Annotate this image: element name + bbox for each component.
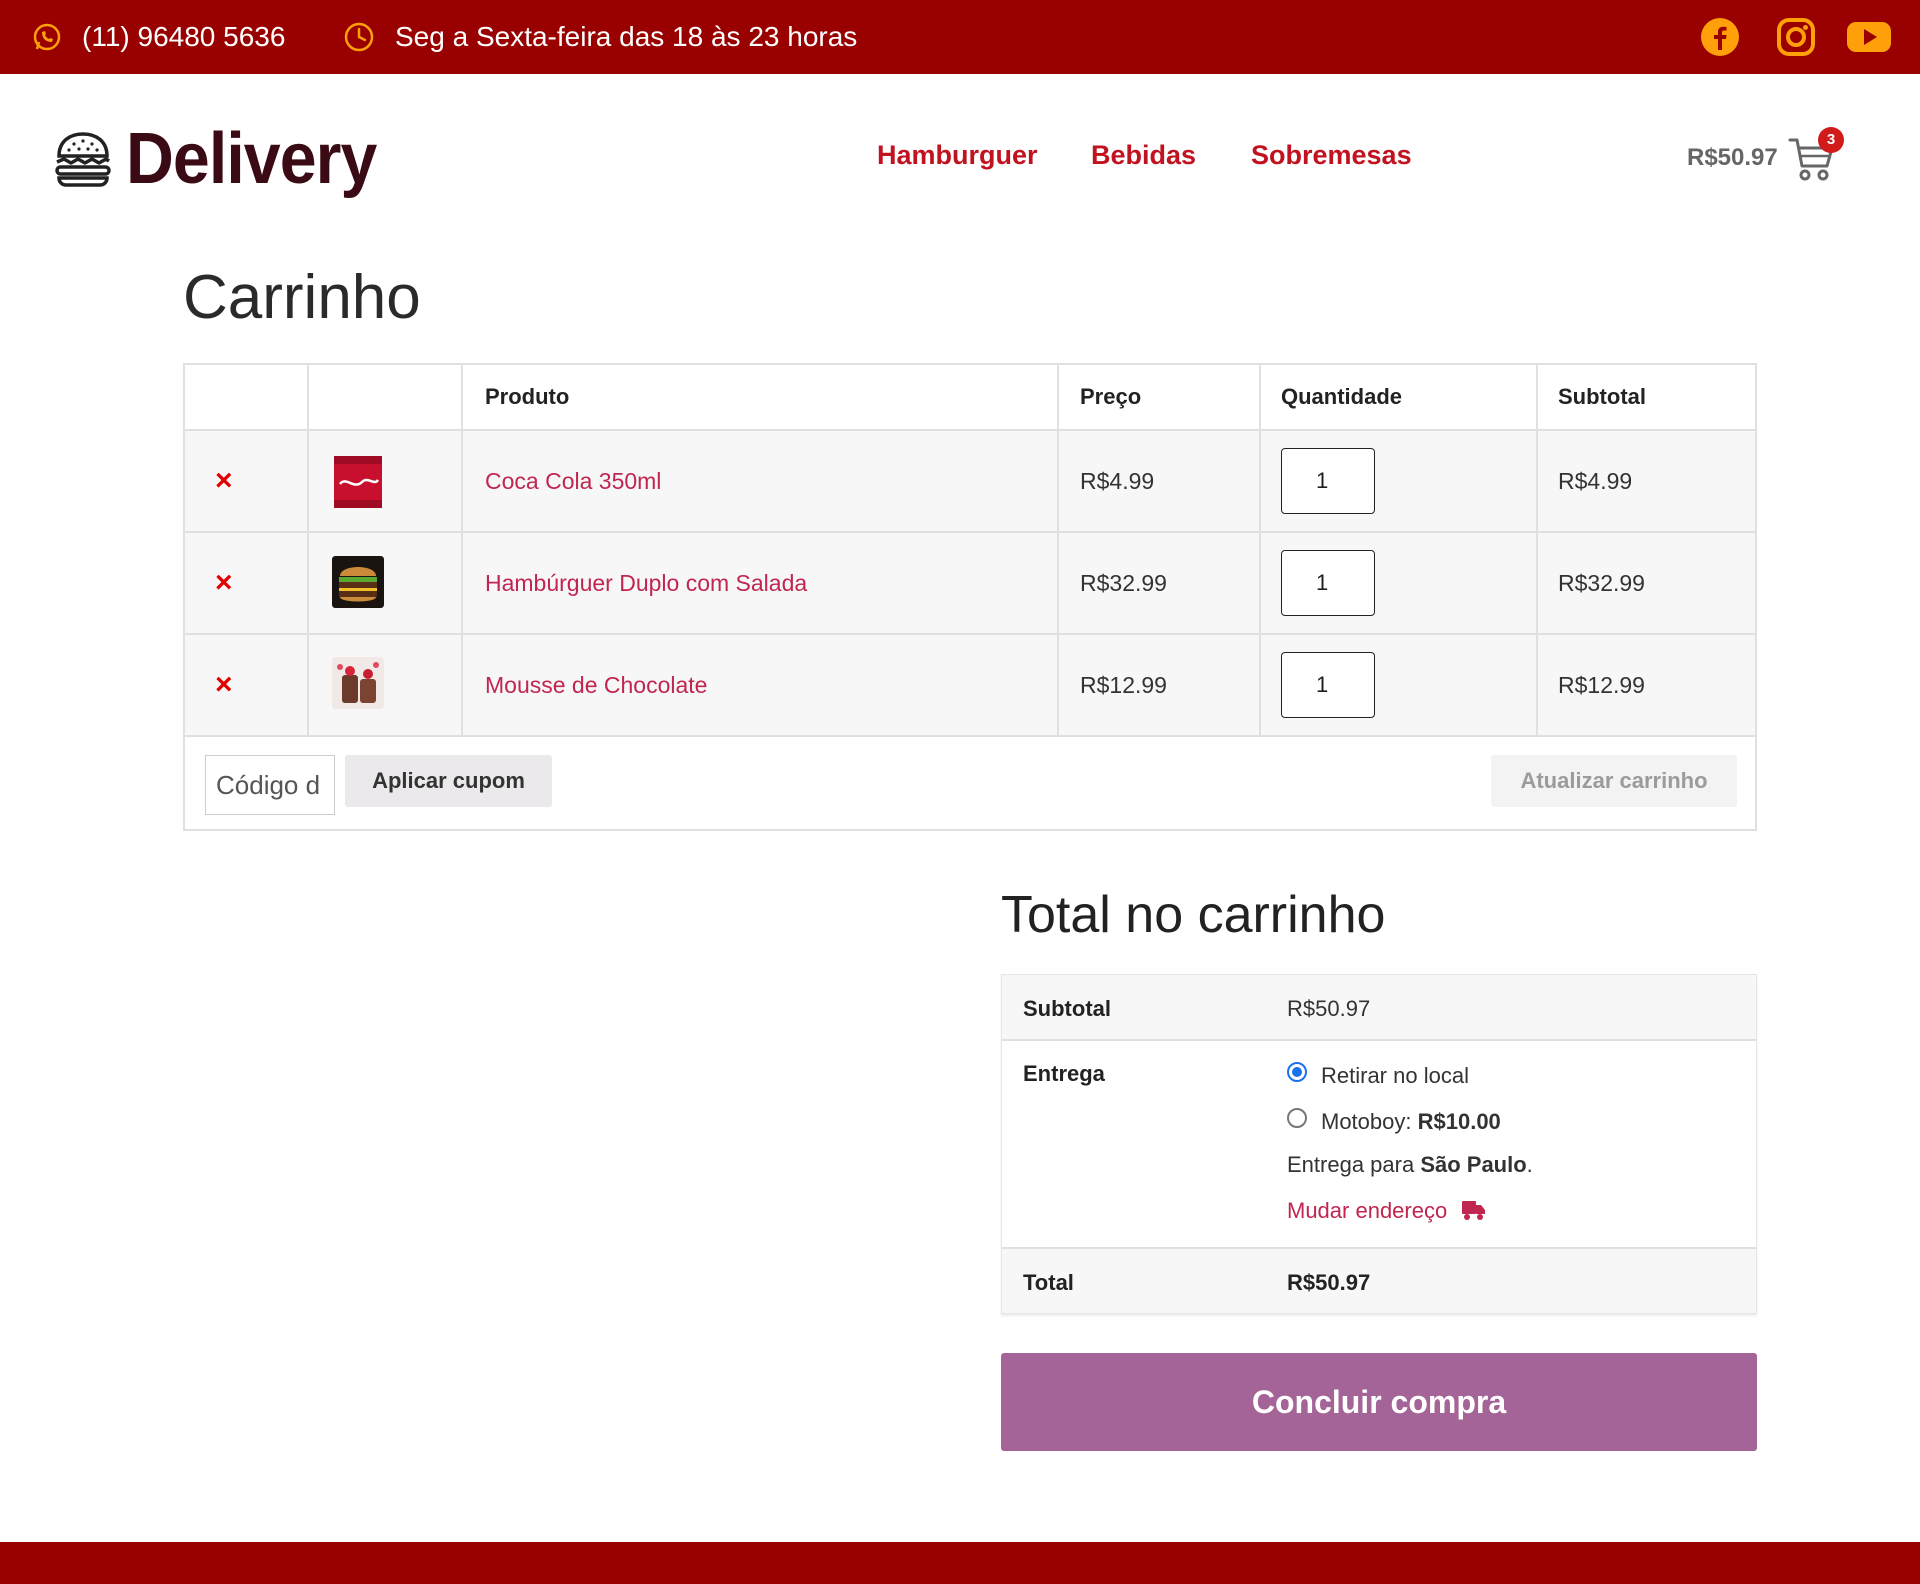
phone-number: (11) 96480 5636 [82, 21, 286, 52]
update-cart-button[interactable]: Atualizar carrinho [1491, 755, 1737, 807]
cart-table: Produto Preço Quantidade Subtotal × Coca… [183, 363, 1757, 831]
coca-cola-thumbnail[interactable] [332, 456, 384, 508]
youtube-icon[interactable] [1846, 17, 1892, 57]
cart-count-badge: 3 [1818, 127, 1844, 153]
hours-info: Seg a Sexta-feira das 18 às 23 horas [343, 0, 857, 74]
product-price: R$32.99 [1080, 569, 1167, 596]
nav-sobremesas[interactable]: Sobremesas [1251, 140, 1412, 171]
total-label: Total [1023, 1270, 1074, 1295]
change-address-link[interactable]: Mudar endereço [1287, 1198, 1487, 1224]
whatsapp-icon [33, 23, 61, 51]
product-subtotal: R$4.99 [1558, 467, 1633, 494]
pickup-option-label[interactable]: Retirar no local [1321, 1063, 1469, 1089]
facebook-icon[interactable] [1700, 17, 1740, 57]
pickup-radio[interactable] [1287, 1062, 1307, 1082]
cart-totals-table: Subtotal R$50.97 Entrega Retirar no loca… [1001, 974, 1757, 1314]
product-link[interactable]: Mousse de Chocolate [485, 635, 707, 735]
site-logo[interactable]: Delivery [54, 118, 398, 200]
column-divider [1259, 365, 1261, 737]
header-cart-total[interactable]: R$50.97 [1687, 144, 1778, 172]
logo-text: Delivery [126, 119, 377, 199]
instagram-icon[interactable] [1776, 17, 1816, 57]
table-row: × Coca Cola 350ml R$4.99 1 R$4.99 [185, 431, 1755, 533]
top-bar: (11) 96480 5636 Seg a Sexta-feira das 18… [0, 0, 1920, 74]
remove-item-icon[interactable]: × [215, 533, 233, 633]
quantity-input[interactable]: 1 [1281, 652, 1375, 718]
product-link[interactable]: Hambúrguer Duplo com Salada [485, 533, 807, 633]
burger-logo-icon [55, 132, 111, 187]
coupon-code-input[interactable]: Código d [205, 755, 335, 815]
total-value: R$50.97 [1287, 1270, 1371, 1295]
column-divider [1057, 365, 1059, 737]
cart-table-header: Produto Preço Quantidade Subtotal [185, 365, 1755, 431]
truck-icon [1462, 1201, 1486, 1220]
cart-totals-title: Total no carrinho [1001, 886, 1386, 944]
header-subtotal: Subtotal [1558, 384, 1646, 409]
motoboy-option-label[interactable]: Motoboy: R$10.00 [1321, 1109, 1501, 1135]
totals-subtotal-row: Subtotal R$50.97 [1002, 975, 1756, 1041]
header-quantity: Quantidade [1281, 384, 1403, 409]
subtotal-label: Subtotal [1023, 996, 1111, 1021]
motoboy-radio[interactable] [1287, 1108, 1307, 1128]
header-product: Produto [485, 384, 570, 409]
product-link[interactable]: Coca Cola 350ml [485, 431, 661, 531]
remove-item-icon[interactable]: × [215, 431, 233, 531]
column-divider [1536, 365, 1538, 737]
mousse-thumbnail[interactable] [332, 657, 384, 709]
shipping-label: Entrega [1023, 1061, 1105, 1086]
totals-total-row: Total R$50.97 [1002, 1249, 1756, 1313]
clock-icon [344, 22, 374, 52]
burger-thumbnail[interactable] [332, 556, 384, 608]
phone-info: (11) 96480 5636 [32, 0, 285, 74]
checkout-button[interactable]: Concluir compra [1001, 1353, 1757, 1451]
opening-hours: Seg a Sexta-feira das 18 às 23 horas [395, 21, 858, 52]
column-divider [307, 365, 309, 737]
subtotal-value: R$50.97 [1287, 996, 1371, 1021]
footer-bar [0, 1542, 1920, 1584]
nav-bebidas[interactable]: Bebidas [1091, 140, 1196, 171]
product-subtotal: R$32.99 [1558, 569, 1645, 596]
product-subtotal: R$12.99 [1558, 671, 1645, 698]
table-row: × Hambúrguer Duplo com Salada R$32.99 1 … [185, 533, 1755, 635]
quantity-input[interactable]: 1 [1281, 448, 1375, 514]
totals-shipping-row: Entrega Retirar no local Motoboy: R$10.0… [1002, 1041, 1756, 1249]
nav-hamburguer[interactable]: Hamburguer [877, 140, 1038, 171]
product-price: R$4.99 [1080, 467, 1155, 494]
quantity-input[interactable]: 1 [1281, 550, 1375, 616]
remove-item-icon[interactable]: × [215, 635, 233, 735]
page-title: Carrinho [183, 263, 421, 332]
product-price: R$12.99 [1080, 671, 1167, 698]
ship-to-text: Entrega para São Paulo. [1287, 1152, 1533, 1177]
column-divider [461, 365, 463, 737]
apply-coupon-button[interactable]: Aplicar cupom [345, 755, 552, 807]
table-row: × Mousse de Chocolate R$12.99 1 R$12.99 [185, 635, 1755, 737]
header-price: Preço [1080, 384, 1142, 409]
